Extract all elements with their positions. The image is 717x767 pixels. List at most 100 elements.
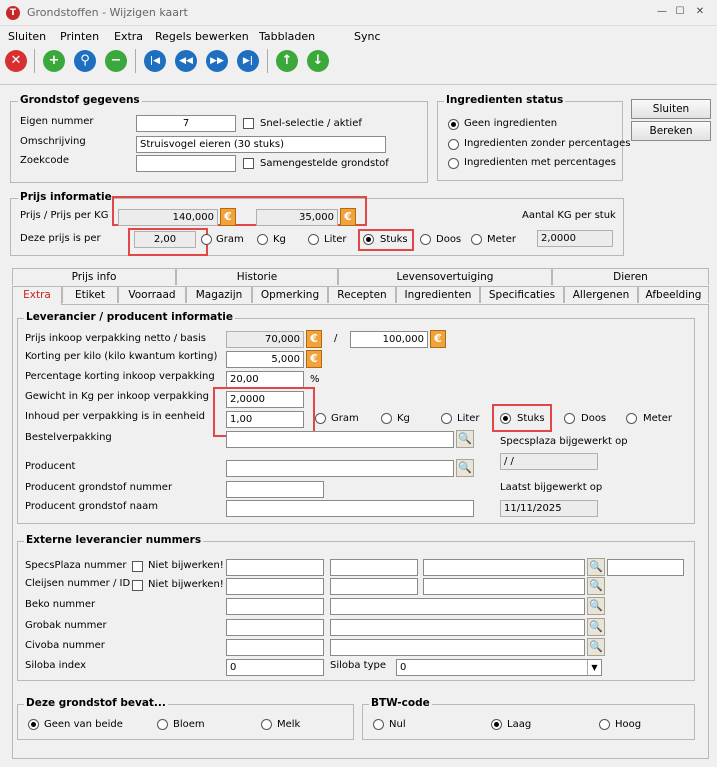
move-down-icon[interactable]: ↓ [307, 50, 329, 72]
menu-regels-bewerken[interactable]: Regels bewerken [155, 30, 249, 43]
inhoud-kg-radio[interactable] [381, 413, 392, 424]
tab-prijs-info[interactable]: Prijs info [12, 268, 176, 285]
inhoud-meter-radio[interactable] [626, 413, 637, 424]
euro-icon[interactable]: € [306, 330, 322, 348]
tab-ingredienten[interactable]: Ingredienten [396, 286, 480, 303]
pct-korting-field[interactable]: 20,00 [226, 371, 304, 388]
tab-historie[interactable]: Historie [176, 268, 338, 285]
specs-niet-bijwerken-checkbox[interactable] [132, 561, 143, 572]
lookup-icon[interactable]: 🔍 [456, 430, 474, 448]
chevron-down-icon[interactable]: ▼ [587, 660, 601, 675]
tab-extra[interactable]: Extra [12, 286, 62, 305]
lookup-icon[interactable]: 🔍 [587, 638, 605, 656]
previous-record-icon[interactable]: ◀◀ [175, 50, 197, 72]
lookup-icon[interactable]: 🔍 [587, 597, 605, 615]
grobak-field-1[interactable] [226, 619, 324, 636]
inkoop-basis-field[interactable]: 100,000 [350, 331, 428, 348]
beko-field-2[interactable] [330, 598, 585, 615]
menu-printen[interactable]: Printen [60, 30, 99, 43]
prijs-stuks-radio[interactable] [363, 234, 374, 245]
remove-icon[interactable]: − [105, 50, 127, 72]
cleijsen-field-2[interactable] [330, 578, 418, 595]
ingredienten-zonder-radio[interactable] [448, 139, 459, 150]
maximize-button[interactable]: ☐ [672, 4, 688, 20]
tab-levensovertuiging[interactable]: Levensovertuiging [338, 268, 552, 285]
cleijsen-niet-bijwerken-checkbox[interactable] [132, 580, 143, 591]
lookup-icon[interactable]: 🔍 [587, 558, 605, 576]
prijs-liter-radio[interactable] [308, 234, 319, 245]
tab-afbeelding[interactable]: Afbeelding [638, 286, 709, 303]
prijs-field[interactable]: 140,000 [118, 209, 218, 226]
omschrijving-field[interactable]: Struisvogel eieren (30 stuks) [136, 136, 386, 153]
aantal-kg-field[interactable]: 2,0000 [537, 230, 613, 247]
tab-recepten[interactable]: Recepten [328, 286, 396, 303]
tab-opmerking[interactable]: Opmerking [252, 286, 328, 303]
menu-extra[interactable]: Extra [114, 30, 143, 43]
korting-kilo-field[interactable]: 5,000 [226, 351, 304, 368]
add-icon[interactable]: + [43, 50, 65, 72]
specsplaza-field-2[interactable] [330, 559, 418, 576]
civoba-field-2[interactable] [330, 639, 585, 656]
tab-allergenen[interactable]: Allergenen [564, 286, 638, 303]
minimize-button[interactable]: — [654, 4, 670, 20]
search-icon[interactable]: ⚲ [74, 50, 96, 72]
prijs-gram-radio[interactable] [201, 234, 212, 245]
lookup-icon[interactable]: 🔍 [456, 459, 474, 477]
move-up-icon[interactable]: ↑ [276, 50, 298, 72]
specsplaza-field-3[interactable] [423, 559, 585, 576]
tab-etiket[interactable]: Etiket [62, 286, 118, 303]
prijs-doos-radio[interactable] [420, 234, 431, 245]
next-record-icon[interactable]: ▶▶ [206, 50, 228, 72]
euro-icon[interactable]: € [430, 330, 446, 348]
last-record-icon[interactable]: ▶| [237, 50, 259, 72]
euro-icon[interactable]: € [340, 208, 356, 226]
producent-field[interactable] [226, 460, 454, 477]
geen-ingredienten-radio[interactable] [448, 119, 459, 130]
inhoud-doos-radio[interactable] [564, 413, 575, 424]
specsplaza-field-4[interactable] [607, 559, 684, 576]
lookup-icon[interactable]: 🔍 [587, 577, 605, 595]
inhoud-gram-radio[interactable] [315, 413, 326, 424]
zoekcode-field[interactable] [136, 155, 236, 172]
prijs-kg-radio[interactable] [257, 234, 268, 245]
prijs-kg-field[interactable]: 35,000 [256, 209, 338, 226]
inkoop-netto-field[interactable]: 70,000 [226, 331, 304, 348]
beko-field-1[interactable] [226, 598, 324, 615]
geen-van-beide-radio[interactable] [28, 719, 39, 730]
close-window-button[interactable]: ✕ [692, 4, 708, 20]
bloem-radio[interactable] [157, 719, 168, 730]
eigen-nummer-field[interactable]: 7 [136, 115, 236, 132]
prijs-per-field[interactable]: 2,00 [134, 231, 196, 248]
sluiten-button[interactable]: Sluiten [631, 99, 711, 119]
bereken-button[interactable]: Bereken [631, 121, 711, 141]
inhoud-field[interactable]: 1,00 [226, 411, 304, 428]
siloba-index-field[interactable]: 0 [226, 659, 324, 676]
gewicht-field[interactable]: 2,0000 [226, 391, 304, 408]
tab-voorraad[interactable]: Voorraad [118, 286, 186, 303]
prijs-meter-radio[interactable] [471, 234, 482, 245]
first-record-icon[interactable]: |◀ [144, 50, 166, 72]
producent-nummer-field[interactable] [226, 481, 324, 498]
btw-hoog-radio[interactable] [599, 719, 610, 730]
samengestelde-checkbox[interactable] [243, 158, 254, 169]
inhoud-stuks-radio[interactable] [500, 413, 511, 424]
euro-icon[interactable]: € [220, 208, 236, 226]
specsplaza-field-1[interactable] [226, 559, 324, 576]
grobak-field-2[interactable] [330, 619, 585, 636]
siloba-type-select[interactable]: 0 [396, 659, 602, 676]
lookup-icon[interactable]: 🔍 [587, 618, 605, 636]
euro-icon[interactable]: € [306, 350, 322, 368]
tab-specificaties[interactable]: Specificaties [480, 286, 564, 303]
civoba-field-1[interactable] [226, 639, 324, 656]
menu-sluiten[interactable]: Sluiten [8, 30, 46, 43]
btw-nul-radio[interactable] [373, 719, 384, 730]
cleijsen-field-1[interactable] [226, 578, 324, 595]
btw-laag-radio[interactable] [491, 719, 502, 730]
tab-magazijn[interactable]: Magazijn [186, 286, 252, 303]
melk-radio[interactable] [261, 719, 272, 730]
close-red-icon[interactable]: ✕ [5, 50, 27, 72]
ingredienten-met-radio[interactable] [448, 158, 459, 169]
tab-dieren[interactable]: Dieren [552, 268, 709, 285]
menu-tabbladen[interactable]: Tabbladen [259, 30, 315, 43]
producent-naam-field[interactable] [226, 500, 474, 517]
